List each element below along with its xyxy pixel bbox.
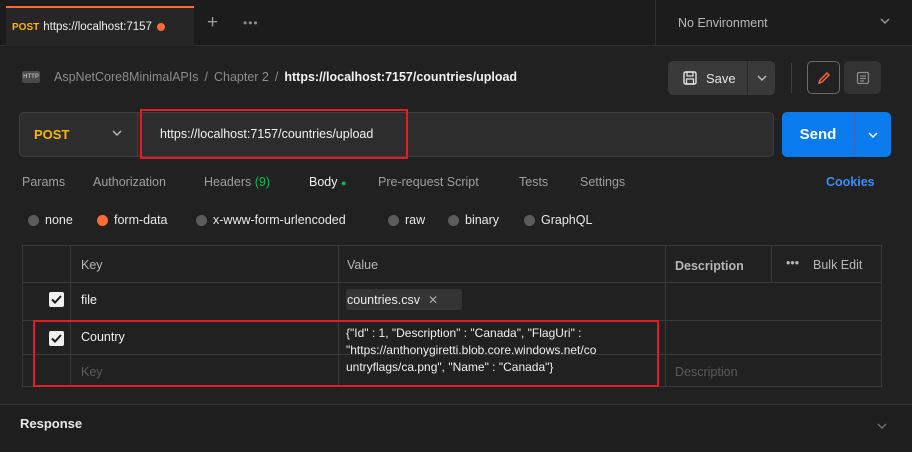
new-tab-plus-icon[interactable]: + <box>207 12 218 34</box>
body-option-raw[interactable]: raw <box>388 213 425 227</box>
remove-file-icon[interactable]: ✕ <box>428 293 438 307</box>
value-line: untryflags/ca.png", "Name" : "Canada"} <box>346 360 554 374</box>
environment-label: No Environment <box>678 16 768 30</box>
body-option-form-data[interactable]: form-data <box>97 213 168 227</box>
col-divider <box>70 246 71 386</box>
tab-authorization[interactable]: Authorization <box>93 175 166 189</box>
breadcrumb-collection[interactable]: AspNetCore8MinimalAPIs <box>54 70 199 84</box>
value-column-header: Value <box>347 258 379 272</box>
breadcrumb-separator: / <box>274 70 279 84</box>
send-label: Send <box>782 112 855 157</box>
body-option-urlencoded[interactable]: x-www-form-urlencoded <box>196 213 346 227</box>
tab-settings[interactable]: Settings <box>580 175 625 189</box>
col-divider <box>771 246 772 283</box>
response-label: Response <box>20 416 83 431</box>
http-icon: HTTP <box>22 71 40 83</box>
option-label: GraphQL <box>541 213 593 227</box>
cookies-link[interactable]: Cookies <box>826 175 875 189</box>
breadcrumb-current[interactable]: https://localhost:7157/countries/upload <box>284 70 517 84</box>
col-divider <box>338 246 339 386</box>
row-value[interactable]: {"Id" : 1, "Description" : "Canada", "Fl… <box>346 325 651 376</box>
breadcrumb: HTTP AspNetCore8MinimalAPIs / Chapter 2 … <box>22 66 517 88</box>
radio-icon <box>196 214 207 226</box>
table-header-row <box>23 246 881 283</box>
key-placeholder[interactable]: Key <box>81 365 103 379</box>
radio-icon <box>524 214 535 226</box>
form-data-table: Key Value Description ••• Bulk Edit file… <box>22 245 882 387</box>
chevron-down-icon <box>112 130 122 136</box>
document-icon <box>856 71 869 84</box>
checkmark-icon <box>51 334 62 343</box>
value-line: {"Id" : 1, "Description" : "Canada", "Fl… <box>346 326 582 340</box>
tab-title: https://localhost:7157 <box>43 21 152 33</box>
tab-method: POST <box>12 21 40 33</box>
breadcrumb-folder[interactable]: Chapter 2 <box>214 70 269 84</box>
send-button[interactable]: Send <box>782 112 891 157</box>
bulk-edit-link[interactable]: Bulk Edit <box>813 258 862 272</box>
row-divider <box>23 320 881 321</box>
headers-count: (9) <box>254 175 271 189</box>
description-column-header: Description <box>675 259 744 273</box>
file-name: countries.csv <box>347 292 420 307</box>
radio-icon <box>448 214 459 226</box>
edit-button[interactable] <box>807 61 840 94</box>
breadcrumb-separator: / <box>204 70 208 84</box>
tab-body-label: Body <box>309 175 338 189</box>
radio-icon <box>28 214 39 226</box>
option-label: x-www-form-urlencoded <box>213 213 346 227</box>
option-label: raw <box>405 213 426 227</box>
tabs-more-icon[interactable]: ••• <box>243 16 259 30</box>
unsaved-dot-icon <box>156 23 165 31</box>
save-label: Save <box>706 70 736 86</box>
chevron-down-icon <box>880 18 890 24</box>
documentation-button[interactable] <box>844 61 881 94</box>
value-line: "https://anthonygiretti.blob.core.window… <box>346 343 597 357</box>
option-label: none <box>45 213 73 227</box>
url-bar: POST https://localhost:7157/countries/up… <box>19 112 774 157</box>
file-chip[interactable]: countries.csv ✕ <box>346 289 462 310</box>
row-key[interactable]: file <box>81 293 97 307</box>
checkmark-icon <box>51 295 62 304</box>
row-key[interactable]: Country <box>81 330 125 344</box>
key-column-header: Key <box>81 258 103 272</box>
tab-pre-request-script[interactable]: Pre-request Script <box>378 175 479 189</box>
save-icon <box>683 71 697 85</box>
request-tab[interactable]: POST https://localhost:7157 <box>6 6 194 46</box>
save-options-button[interactable] <box>748 74 775 82</box>
toolbar-divider <box>791 63 792 93</box>
description-placeholder[interactable]: Description <box>675 365 738 379</box>
tab-tests[interactable]: Tests <box>519 175 548 189</box>
send-options-button[interactable] <box>855 112 891 157</box>
tab-body[interactable]: Body ● <box>309 175 346 189</box>
chevron-down-icon <box>877 423 887 429</box>
radio-selected-icon <box>97 214 108 226</box>
chevron-down-icon <box>868 131 878 138</box>
body-option-none[interactable]: none <box>28 213 73 227</box>
body-option-graphql[interactable]: GraphQL <box>524 213 592 227</box>
option-label: binary <box>465 213 500 227</box>
url-input[interactable]: https://localhost:7157/countries/upload <box>160 127 373 141</box>
method-selector[interactable]: POST <box>20 113 138 156</box>
chevron-down-icon <box>757 75 766 81</box>
tab-headers-label: Headers <box>204 175 252 189</box>
tab-headers[interactable]: Headers (9) <box>204 175 270 189</box>
method-label: POST <box>34 127 70 142</box>
col-divider <box>665 246 666 386</box>
body-active-dot: ● <box>340 178 347 188</box>
radio-icon <box>388 214 399 226</box>
pencil-icon <box>817 71 830 84</box>
tab-params[interactable]: Params <box>22 175 65 189</box>
response-panel[interactable]: Response <box>0 404 912 452</box>
save-button[interactable]: Save <box>668 61 775 95</box>
row-checkbox[interactable] <box>49 292 64 307</box>
environment-selector[interactable]: No Environment <box>655 0 912 46</box>
column-options-icon[interactable]: ••• <box>786 256 799 270</box>
body-option-binary[interactable]: binary <box>448 213 499 227</box>
row-checkbox[interactable] <box>49 331 64 346</box>
option-label: form-data <box>114 213 168 227</box>
